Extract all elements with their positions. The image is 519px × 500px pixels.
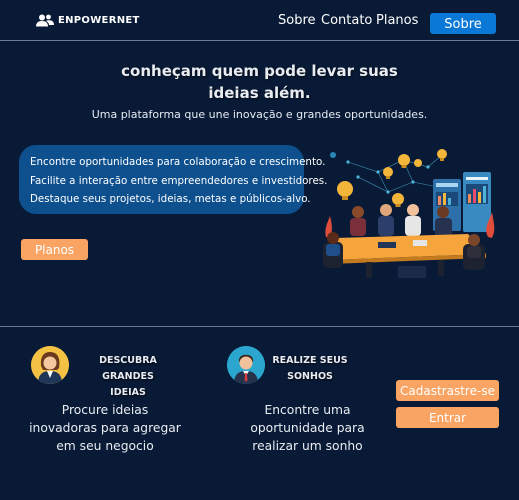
section-heading-line: SONHOS xyxy=(287,371,333,382)
nav-link-contato[interactable]: Contato xyxy=(321,13,372,28)
section-text-line: inovadoras para agregar xyxy=(29,421,181,435)
feature-line: Encontre oportunidades para colaboração … xyxy=(30,156,326,168)
section-heading-line: IDEIAS xyxy=(110,387,146,398)
section-heading-discover: DESCUBRA GRANDES IDEIAS xyxy=(72,353,184,401)
hero-title-line-2: ideias além. xyxy=(208,84,311,102)
section-text-line: oportunidade para xyxy=(250,421,365,435)
feature-line: Destaque seus projetos, ideias, metas e … xyxy=(30,193,311,205)
top-navbar: ENPOWERNET Sobre Contato Planos Sobre xyxy=(0,0,519,41)
section-text-dreams: Encontre uma oportunidade para realizar … xyxy=(235,401,380,455)
sobre-button[interactable]: Sobre xyxy=(430,13,496,34)
section-text-discover: Procure ideias inovadoras para agregar e… xyxy=(26,401,184,455)
users-icon xyxy=(36,14,54,27)
section-text-line: realizar um sonho xyxy=(252,439,363,453)
section-text-line: Encontre uma xyxy=(264,403,351,417)
logo[interactable]: ENPOWERNET xyxy=(36,14,140,27)
section-heading-line: REALIZE SEUS xyxy=(272,355,348,366)
login-button[interactable]: Entrar xyxy=(396,407,499,428)
woman-avatar-icon xyxy=(31,346,69,384)
nav-link-planos[interactable]: Planos xyxy=(376,13,418,28)
features-card: Encontre oportunidades para colaboração … xyxy=(19,145,328,214)
hero-title: conheçam quem pode levar suas ideias alé… xyxy=(0,60,519,104)
section-heading-line: DESCUBRA GRANDES xyxy=(99,355,157,382)
planos-button[interactable]: Planos xyxy=(21,239,88,260)
section-divider xyxy=(0,326,519,327)
section-text-line: em seu negocio xyxy=(56,439,154,453)
hero-subtitle: Uma plataforma que une inovação e grande… xyxy=(91,108,428,121)
meeting-illustration xyxy=(318,142,496,282)
hero-title-line-1: conheçam quem pode levar suas xyxy=(121,62,398,80)
man-avatar-icon xyxy=(227,346,265,384)
register-button[interactable]: Cadastrastre-se xyxy=(396,380,499,401)
logo-text: ENPOWERNET xyxy=(58,15,140,26)
section-heading-dreams: REALIZE SEUS SONHOS xyxy=(265,353,355,385)
feature-line: Facilite a interação entre empreendedore… xyxy=(30,174,328,187)
nav-link-sobre[interactable]: Sobre xyxy=(278,13,316,28)
section-text-line: Procure ideias xyxy=(61,403,149,417)
